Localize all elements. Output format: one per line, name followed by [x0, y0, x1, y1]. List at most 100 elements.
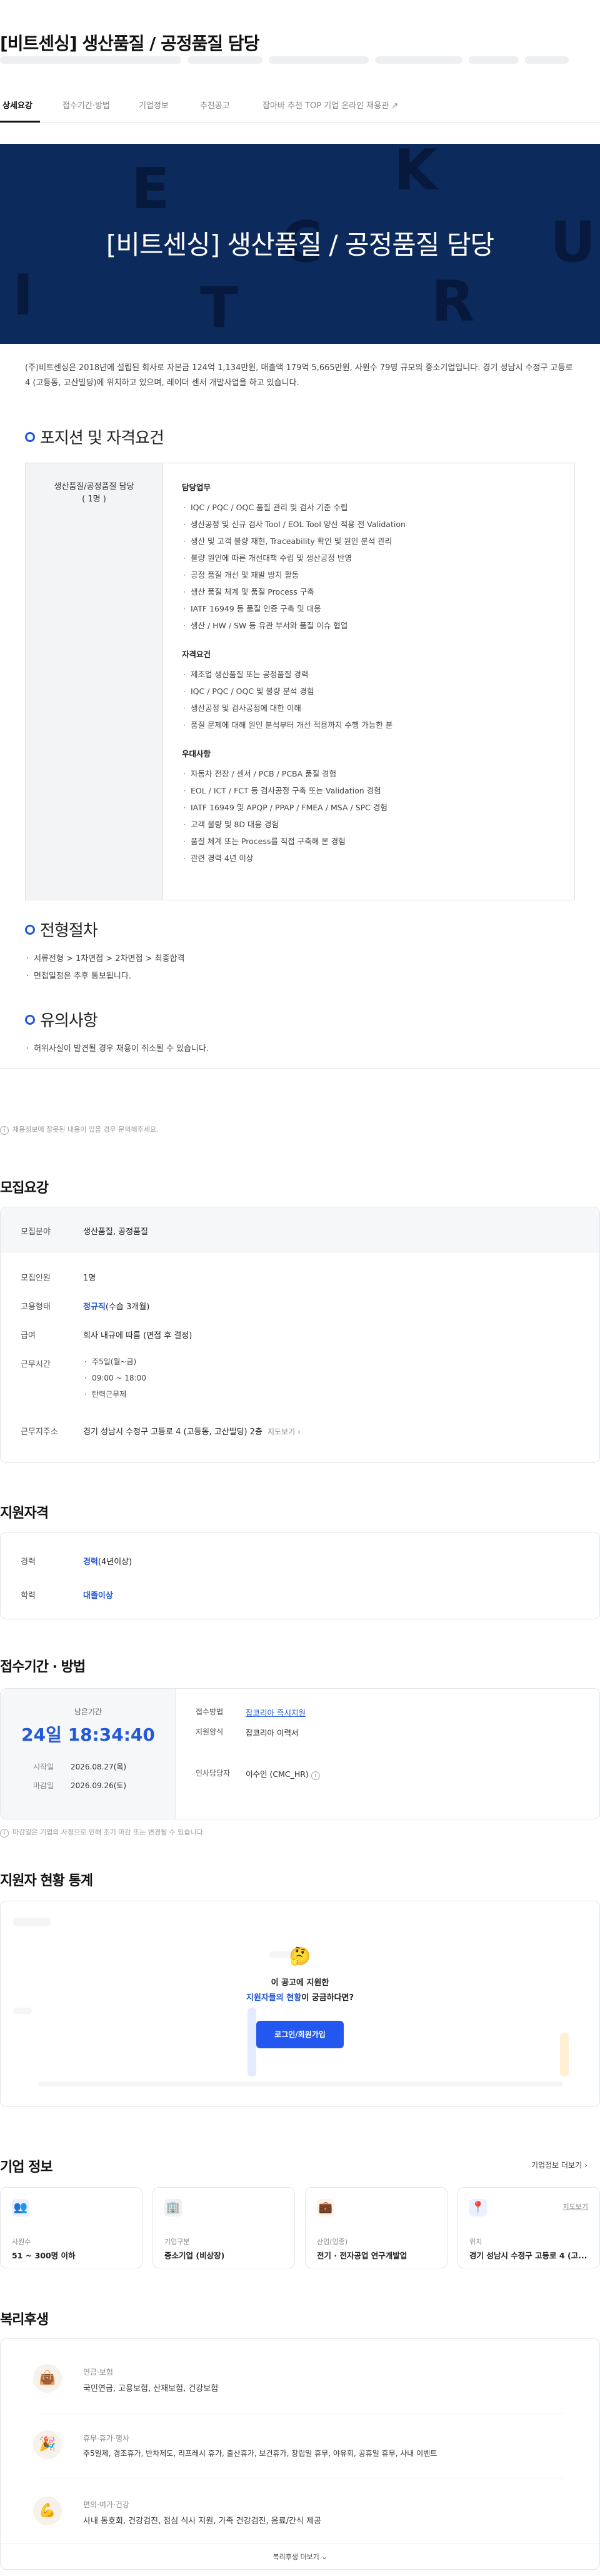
building-icon: 🏢 [164, 2199, 182, 2216]
company-heading: 기업 정보 [0, 2160, 53, 2175]
headcount-label: 모집인원 [21, 1274, 51, 1283]
blurred-bar [248, 2008, 256, 2076]
job-name: 생산품질/공정품질 담당 [54, 482, 134, 491]
edu-label: 학력 [21, 1591, 36, 1601]
welfare-title: 연금·보험 [83, 2368, 113, 2377]
stats-heading: 지원자 현황 통계 [0, 1873, 93, 1889]
section-heading-text: 유의사항 [40, 1012, 98, 1030]
start-value: 2026.08.27(목) [71, 1763, 127, 1771]
start-label: 시작일 [33, 1763, 54, 1771]
company-more-link[interactable]: 기업정보 더보기 › [531, 2160, 588, 2170]
list-item: IATF 16949 및 APQP / PPAP / FMEA / MSA / … [182, 799, 557, 816]
welfare-more-button[interactable]: 복리후생 더보기 ⌄ [1, 2552, 599, 2562]
blurred-stat [13, 1918, 51, 1926]
tab-recommend[interactable]: 추천공고 [200, 99, 230, 111]
skeleton-bar [525, 56, 569, 64]
hero-letter: I [12, 263, 34, 328]
job-count: ( 1명 ) [82, 495, 106, 504]
list-item: 허위사실이 발견될 경우 채용이 취소될 수 있습니다. [25, 1040, 209, 1058]
card-value: 경기 성남시 수정구 고등로 4 (고... [469, 2251, 588, 2260]
thinking-face-icon: 🤔 [289, 1946, 311, 1966]
hours-item: 주5일(월~금) [83, 1354, 136, 1370]
hero-letter: E [131, 156, 170, 222]
page-title: [비트센싱] 생산품질 / 공정품질 담당 [0, 33, 259, 54]
list-item: 생산 / HW / SW 등 유관 부서와 품질 이슈 협업 [182, 617, 557, 634]
stats-line2: 지원자들의 현황이 궁금하다면? [0, 1991, 600, 2003]
list-item: 불량 원인에 따른 개선대책 수립 및 생산공정 반영 [182, 550, 557, 566]
blurred-bar [560, 2033, 569, 2076]
list-item: 서류전형 > 1차면접 > 2차면접 > 최종합격 [25, 950, 184, 968]
welfare-card: 👜 연금·보험 국민연금, 고용보험, 산재보험, 건강보험 🎉 휴무·휴가·행… [0, 2338, 600, 2570]
type-value: 정규직(수습 3개월) [83, 1300, 149, 1312]
skeleton-bar [269, 56, 369, 64]
info-icon[interactable]: i [311, 1771, 324, 1780]
manager-text: 이수인 (CMC_HR) [246, 1769, 309, 1779]
hero-letter: T [200, 275, 239, 341]
address-text: 경기 성남시 수정구 고등로 4 (고등동, 고산빌딩) 2층 [83, 1427, 262, 1437]
map-link-label: 지도보기 [267, 1427, 296, 1436]
ring-bullet-icon [25, 431, 35, 442]
type-value-main: 정규직 [83, 1302, 106, 1312]
stats-card [0, 1901, 600, 2107]
login-signup-button[interactable]: 로그인/회원가입 [256, 2021, 344, 2048]
form-label: 지원양식 [196, 1728, 224, 1736]
requirement-group: 우대사항 자동차 전장 / 센서 / PCB / PCBA 품질 경험 EOL … [182, 747, 557, 867]
location-icon: 📍 [469, 2199, 487, 2216]
map-link[interactable]: 지도보기 › [268, 1426, 301, 1437]
tab-top-company[interactable]: 잡아바 추천 TOP 기업 온라인 채용관 ↗ [262, 99, 398, 111]
list-item: 생산공정 및 신규 검사 Tool / EOL Tool 양산 적용 전 Val… [182, 516, 557, 533]
end-value: 2026.09.26(토) [71, 1781, 127, 1790]
manager-value: 이수인 (CMC_HR) i [246, 1768, 324, 1780]
list-item: 품질 문제에 대해 원인 분석부터 개선 적용까지 수행 가능한 분 [182, 717, 557, 733]
list-item: 제조업 생산품질 또는 공정품질 경력 [182, 666, 557, 683]
hero-title: [비트센싱] 생산품질 / 공정품질 담당 [106, 229, 494, 260]
welfare-value: 국민연금, 고용보험, 산재보험, 건강보험 [83, 2384, 219, 2393]
hours-item: 탄력근무제 [83, 1386, 126, 1402]
report-notice[interactable]: i 채용정보에 잘못된 내용이 있을 경우 문의해주세요. [0, 1124, 159, 1135]
field-label: 모집분야 [21, 1227, 51, 1237]
welfare-value: 주5일제, 경조휴가, 반차제도, 리프레시 휴가, 출산휴가, 보건휴가, 창… [83, 2449, 438, 2458]
hours-item: 09:00 ~ 18:00 [83, 1370, 146, 1386]
section-heading-caution: 유의사항 [25, 1008, 98, 1031]
blurred-stat [13, 2008, 32, 2014]
chevron-down-icon: ⌄ [321, 2553, 328, 2561]
stats-line2-rest: 이 궁금하다면? [301, 1993, 354, 2003]
skeleton-bar [469, 56, 519, 64]
salary-label: 급여 [21, 1331, 36, 1341]
map-link[interactable]: 지도보기 [563, 2201, 588, 2211]
blurred-axis [38, 2081, 563, 2086]
external-link-icon: ↗ [391, 101, 399, 111]
list-item: 생산 및 고객 불량 재현, Traceability 확인 및 원인 분석 관… [182, 533, 557, 550]
people-icon: 👥 [12, 2199, 29, 2216]
type-value-extra: (수습 3개월) [105, 1302, 150, 1312]
muscle-icon: 💪 [33, 2497, 62, 2525]
company-card-location: 📍 지도보기 위치 경기 성남시 수정구 고등로 4 (고... [458, 2187, 600, 2268]
hours-label: 근무시간 [21, 1360, 51, 1369]
section-heading-text: 포지션 및 자격요건 [40, 429, 164, 448]
apply-card: 남은기간 24일 18:34:40 시작일 2026.08.27(목) 마감일 … [0, 1688, 600, 1819]
list-item: 자동차 전장 / 센서 / PCB / PCBA 품질 경험 [182, 765, 557, 782]
company-card-industry: 💼 산업(업종) 전기 · 전자공업 연구개발업 [305, 2187, 448, 2268]
skeleton-bar [375, 56, 462, 64]
active-tab-indicator [0, 121, 40, 123]
qualify-heading: 지원자격 [0, 1506, 49, 1521]
address-label: 근무지주소 [21, 1427, 58, 1437]
method-link[interactable]: 잡코리아 즉시지원 [246, 1706, 306, 1718]
ring-bullet-icon [25, 924, 35, 935]
tab-apply-period[interactable]: 접수기간·방법 [62, 99, 110, 111]
manager-label: 인사담당자 [196, 1769, 231, 1778]
card-label: 사원수 [12, 2238, 31, 2246]
tab-detail[interactable]: 상세요강 [2, 99, 32, 111]
info-icon: i [0, 1126, 9, 1135]
divider [0, 1068, 600, 1069]
form-value: 잡코리아 이력서 [246, 1728, 299, 1738]
career-main: 경력 [83, 1557, 98, 1567]
card-label: 산업(업종) [317, 2238, 348, 2246]
tab-company[interactable]: 기업정보 [139, 99, 169, 111]
type-label: 고용형태 [21, 1302, 51, 1312]
list-item: 생산 품질 체계 및 품질 Process 구축 [182, 583, 557, 600]
list-item: 품질 체계 또는 Process를 직접 구축해 본 경험 [182, 833, 557, 850]
list-item: IQC / PQC / OQC 품질 관리 및 검사 기준 수립 [182, 499, 557, 516]
list-item: IATF 16949 등 품질 인증 구축 및 대응 [182, 600, 557, 617]
skeleton-bar [188, 56, 262, 64]
